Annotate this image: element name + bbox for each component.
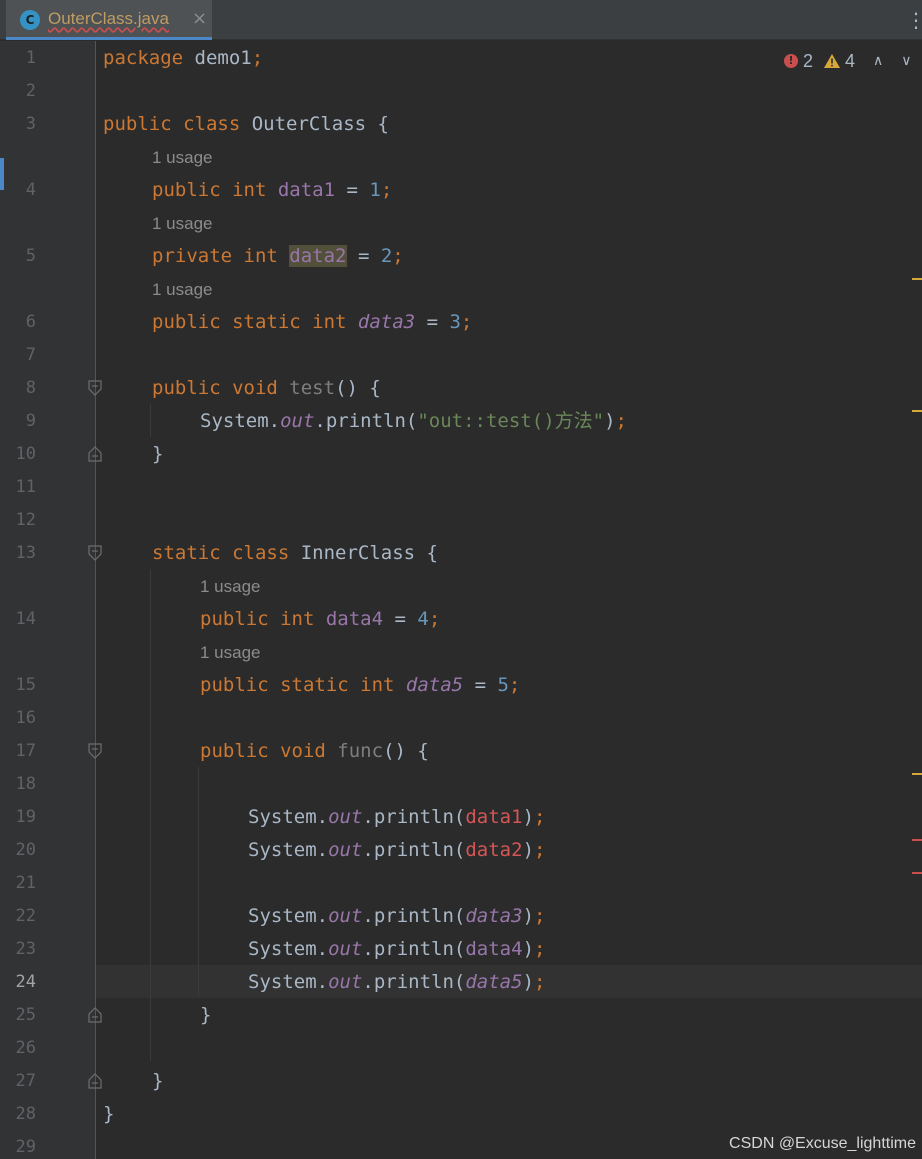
line-number: 5 xyxy=(25,246,36,266)
line-number: 10 xyxy=(15,444,36,464)
unresolved-reference: data2 xyxy=(465,839,523,861)
unused-field-highlight: data2 xyxy=(289,245,347,267)
line-number: 9 xyxy=(25,411,36,431)
code-line-24[interactable]: System.out.println(data5); xyxy=(248,966,545,999)
code-line-20[interactable]: System.out.println(data2); xyxy=(248,834,545,867)
code-line-28[interactable]: } xyxy=(103,1098,114,1131)
code-line-19[interactable]: System.out.println(data1); xyxy=(248,801,545,834)
fold-open-icon[interactable] xyxy=(88,380,102,396)
warning-icon xyxy=(824,54,841,68)
line-number: 14 xyxy=(15,609,36,629)
line-number: 1 xyxy=(25,48,36,68)
code-line-27[interactable]: } xyxy=(152,1065,163,1098)
watermark: CSDN @Excuse_lighttime xyxy=(729,1135,916,1152)
tab-label: OuterClass.java xyxy=(48,9,169,28)
line-number: 6 xyxy=(25,312,36,332)
line-number: 8 xyxy=(25,378,36,398)
indent-guide xyxy=(198,767,199,996)
code-line-6[interactable]: public static int data3 = 3; xyxy=(152,306,472,339)
line-number: 20 xyxy=(15,840,36,860)
usage-hint[interactable]: 1 usage xyxy=(152,141,213,174)
line-number: 16 xyxy=(15,708,36,728)
fold-open-icon[interactable] xyxy=(88,743,102,759)
usage-hint[interactable]: 1 usage xyxy=(200,570,261,603)
close-icon[interactable]: × xyxy=(192,8,207,29)
code-line-14[interactable]: public int data4 = 4; xyxy=(200,603,440,636)
line-number: 27 xyxy=(15,1071,36,1091)
line-number: 7 xyxy=(25,345,36,365)
line-number: 23 xyxy=(15,939,36,959)
code-line-15[interactable]: public static int data5 = 5; xyxy=(200,669,520,702)
line-number: 18 xyxy=(15,774,36,794)
indent-guide xyxy=(150,404,151,437)
line-number: 28 xyxy=(15,1104,36,1124)
code-line-25[interactable]: } xyxy=(200,999,211,1032)
line-number: 26 xyxy=(15,1038,36,1058)
code-line-1[interactable]: package demo1; xyxy=(103,42,263,75)
warning-stripe[interactable] xyxy=(912,410,922,412)
line-number: 22 xyxy=(15,906,36,926)
warning-count: 4 xyxy=(845,50,856,71)
usage-hint[interactable]: 1 usage xyxy=(152,207,213,240)
inspection-widget[interactable]: ! 2 4 ∧ ∨ xyxy=(784,48,912,74)
line-number: 4 xyxy=(25,180,36,200)
line-number: 25 xyxy=(15,1005,36,1025)
unresolved-reference: data1 xyxy=(465,806,523,828)
editor-tab-bar: C OuterClass.java × ⋮ xyxy=(0,0,922,40)
usage-hint[interactable]: 1 usage xyxy=(152,273,213,306)
error-stripe[interactable] xyxy=(912,839,922,841)
line-number: 3 xyxy=(25,114,36,134)
usage-hint[interactable]: 1 usage xyxy=(200,636,261,669)
fold-open-icon[interactable] xyxy=(88,545,102,561)
code-line-22[interactable]: System.out.println(data3); xyxy=(248,900,545,933)
code-line-13[interactable]: static class InnerClass { xyxy=(152,537,438,570)
code-line-8[interactable]: public void test() { xyxy=(152,372,381,405)
line-number: 15 xyxy=(15,675,36,695)
code-line-3[interactable]: public class OuterClass { xyxy=(103,108,389,141)
code-line-4[interactable]: public int data1 = 1; xyxy=(152,174,392,207)
code-line-23[interactable]: System.out.println(data4); xyxy=(248,933,545,966)
more-options-icon[interactable]: ⋮ xyxy=(906,8,922,32)
line-number-current: 24 xyxy=(15,972,36,992)
fold-end-icon[interactable] xyxy=(88,1007,102,1023)
code-line-5[interactable]: private int data2 = 2; xyxy=(152,240,404,273)
indent-guide xyxy=(150,569,151,1061)
error-icon: ! xyxy=(784,54,798,68)
tab-outerclass-java[interactable]: C OuterClass.java × xyxy=(6,0,212,40)
warning-stripe[interactable] xyxy=(912,278,922,280)
code-line-9[interactable]: System.out.println("out::test()方法"); xyxy=(200,405,627,438)
line-number: 29 xyxy=(15,1137,36,1157)
line-number: 11 xyxy=(15,477,36,497)
line-number: 13 xyxy=(15,543,36,563)
line-number: 21 xyxy=(15,873,36,893)
error-count: 2 xyxy=(803,50,814,71)
fold-end-icon[interactable] xyxy=(88,446,102,462)
previous-highlight-icon[interactable]: ∧ xyxy=(873,53,883,69)
line-number: 2 xyxy=(25,81,36,101)
java-class-icon: C xyxy=(20,10,40,30)
fold-end-icon[interactable] xyxy=(88,1073,102,1089)
code-line-10[interactable]: } xyxy=(152,438,163,471)
line-number: 12 xyxy=(15,510,36,530)
line-number: 19 xyxy=(15,807,36,827)
error-stripe[interactable] xyxy=(912,872,922,874)
next-highlight-icon[interactable]: ∨ xyxy=(901,53,911,69)
line-number: 17 xyxy=(15,741,36,761)
warning-stripe[interactable] xyxy=(912,773,922,775)
code-line-17[interactable]: public void func() { xyxy=(200,735,429,768)
